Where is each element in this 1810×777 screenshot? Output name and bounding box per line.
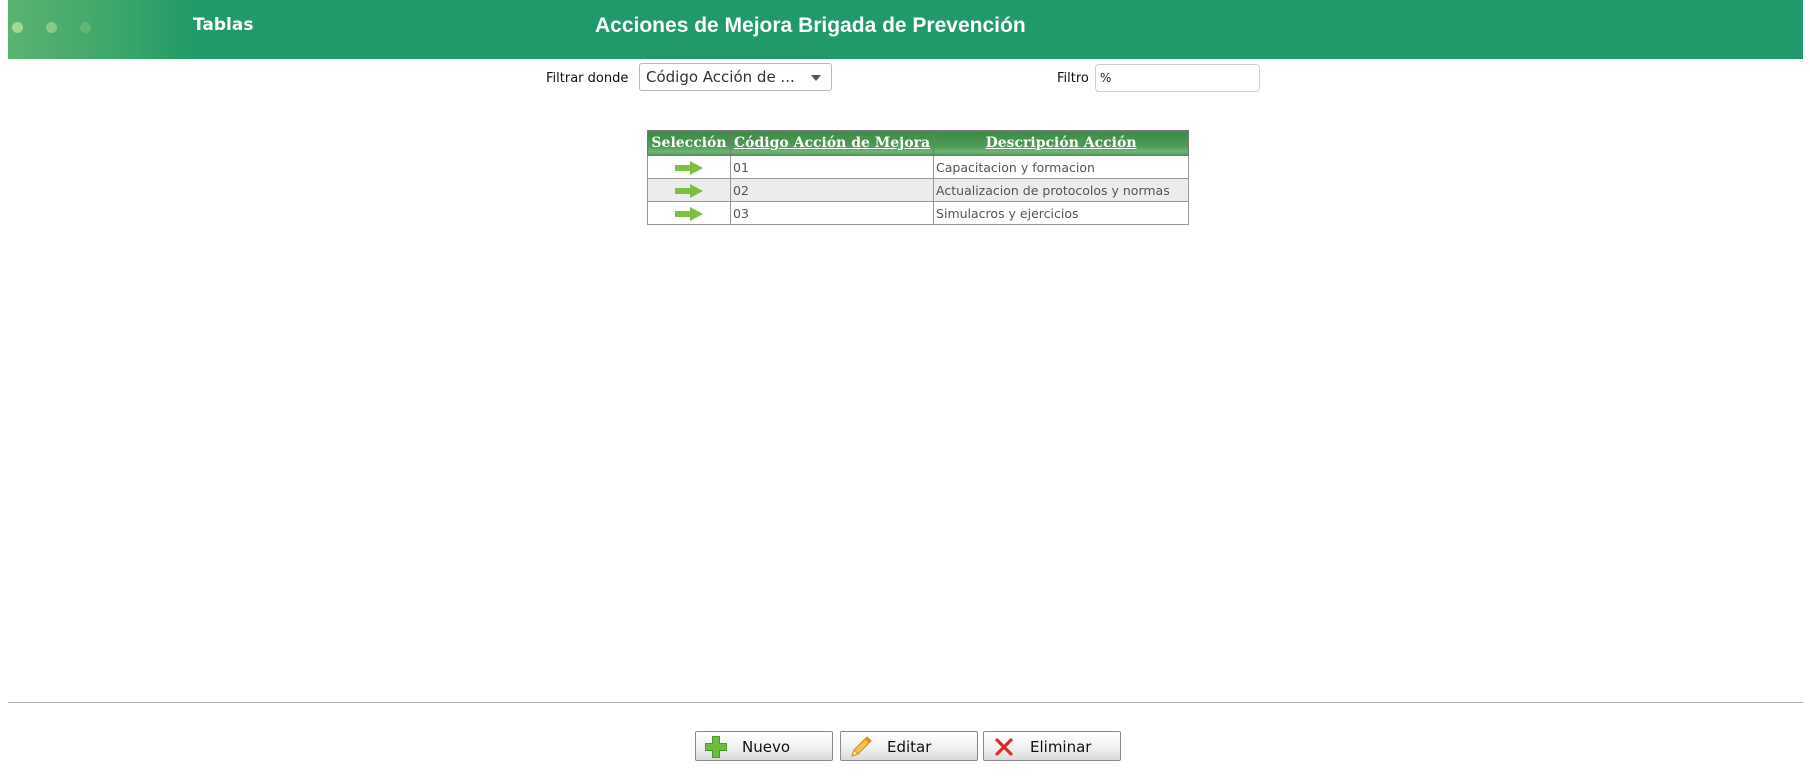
chevron-down-icon <box>811 75 821 81</box>
edit-button[interactable]: Editar <box>840 731 978 761</box>
table-row: 01 Capacitacion y formacion <box>647 155 1190 179</box>
sort-by-description-link[interactable]: Descripción Acción <box>986 135 1137 151</box>
row-code: 02 <box>729 178 935 202</box>
row-select-cell <box>647 178 731 202</box>
filter-field-selected-value: Código Acción de ... <box>646 68 795 86</box>
delete-button[interactable]: Eliminar <box>983 731 1121 761</box>
select-arrow-icon[interactable] <box>674 160 704 175</box>
column-header-description[interactable]: Descripción Acción <box>933 130 1190 156</box>
row-description: Simulacros y ejercicios <box>933 201 1190 225</box>
filter-value-input[interactable] <box>1095 64 1260 92</box>
section-title: Tablas <box>193 15 254 35</box>
table-row: 03 Simulacros y ejercicios <box>647 201 1190 225</box>
column-header-select: Selección <box>647 130 731 156</box>
select-arrow-icon[interactable] <box>674 206 704 221</box>
pencil-icon <box>851 736 872 757</box>
row-code: 01 <box>729 155 935 179</box>
actions-table: Selección Código Acción de Mejora Descri… <box>647 130 1190 225</box>
row-description: Capacitacion y formacion <box>933 155 1190 179</box>
window-dot-icon <box>46 22 57 33</box>
header-bar: Tablas Acciones de Mejora Brigada de Pre… <box>8 0 1803 59</box>
close-icon <box>995 738 1013 756</box>
header-glow <box>8 0 198 59</box>
page: Tablas Acciones de Mejora Brigada de Pre… <box>0 0 1810 777</box>
page-title: Acciones de Mejora Brigada de Prevención <box>595 14 1026 37</box>
new-button-label: Nuevo <box>742 738 791 756</box>
window-dot-icon <box>12 22 23 33</box>
row-code: 03 <box>729 201 935 225</box>
sort-by-code-link[interactable]: Código Acción de Mejora <box>734 135 930 151</box>
delete-button-label: Eliminar <box>1030 738 1092 756</box>
new-button[interactable]: Nuevo <box>695 731 833 761</box>
filter-field-select[interactable]: Código Acción de ... <box>639 63 832 91</box>
filter-field-label: Filtrar donde <box>546 71 629 86</box>
column-header-code[interactable]: Código Acción de Mejora <box>729 130 935 156</box>
table-header-row: Selección Código Acción de Mejora Descri… <box>647 130 1190 156</box>
footer-divider <box>8 702 1803 703</box>
plus-icon <box>705 736 727 758</box>
row-description: Actualizacion de protocolos y normas <box>933 178 1190 202</box>
edit-button-label: Editar <box>887 738 932 756</box>
row-select-cell <box>647 155 731 179</box>
table-row: 02 Actualizacion de protocolos y normas <box>647 178 1190 202</box>
select-arrow-icon[interactable] <box>674 183 704 198</box>
filter-value-label: Filtro <box>1057 71 1089 86</box>
row-select-cell <box>647 201 731 225</box>
window-dot-icon <box>80 22 91 33</box>
